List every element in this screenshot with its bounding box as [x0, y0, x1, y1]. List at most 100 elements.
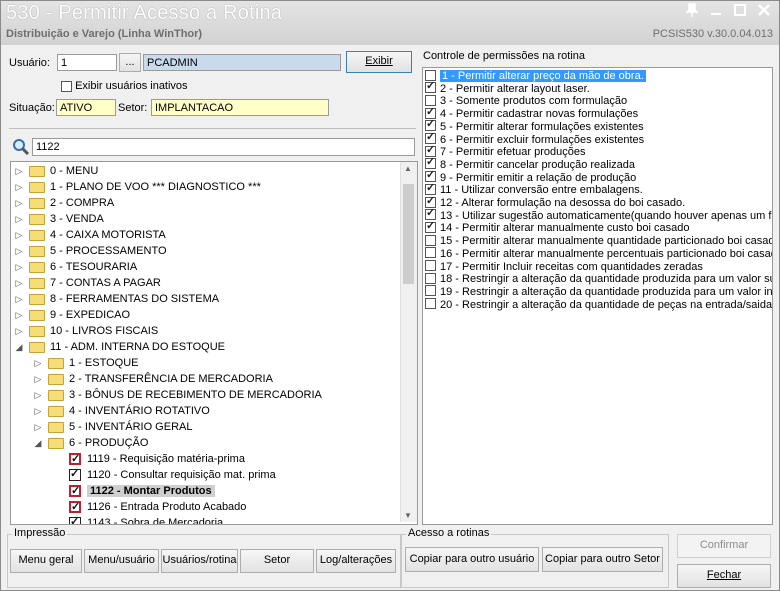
tree-item[interactable]: 1119 - Requisição matéria-prima — [69, 451, 245, 467]
permission-checkbox[interactable] — [425, 156, 436, 170]
tree-item[interactable]: 1122 - Montar Produtos — [69, 483, 215, 499]
permission-checkbox[interactable] — [425, 69, 436, 81]
expand-right-icon[interactable]: ▷ — [13, 179, 25, 195]
permission-item[interactable]: 2 - Permitir alterar layout laser. — [425, 80, 590, 96]
tree-item[interactable]: 1126 - Entrada Produto Acabado — [69, 499, 246, 515]
routine-checkbox[interactable] — [69, 514, 81, 524]
expand-right-icon[interactable]: ▷ — [13, 275, 25, 291]
inativos-checkbox-row[interactable]: Exibir usuários inativos — [61, 80, 188, 92]
permission-item[interactable]: 17 - Permitir Incluir receitas com quant… — [425, 260, 703, 274]
tree-item[interactable]: ▷ 3 - VENDA — [13, 211, 104, 227]
permission-item[interactable]: 13 - Utilizar sugestão automaticamente(q… — [425, 207, 772, 223]
tree-scrollbar[interactable]: ▲ ▼ — [400, 162, 417, 522]
permission-item[interactable]: 3 - Somente produtos com formulação — [425, 94, 627, 108]
expand-right-icon[interactable]: ▷ — [13, 195, 25, 211]
search-input[interactable]: 1122 — [32, 138, 415, 156]
permission-checkbox[interactable] — [425, 169, 436, 183]
routine-checkbox[interactable] — [69, 466, 81, 482]
routine-checkbox[interactable] — [69, 451, 81, 467]
permission-item[interactable]: 7 - Permitir efetuar produções — [425, 144, 586, 159]
usuario-code-input[interactable]: 1 — [57, 54, 117, 71]
tree-item[interactable]: ▷ 2 - TRANSFERÊNCIA DE MERCADORIA — [32, 371, 273, 387]
menu-usuario-button[interactable]: Menu/usuário — [84, 549, 159, 573]
permission-item[interactable]: 14 - Permitir alterar manualmente custo … — [425, 220, 689, 235]
routine-checkbox[interactable] — [69, 499, 81, 515]
tree-item[interactable]: ▷ 7 - CONTAS A PAGAR — [13, 275, 161, 291]
tree-item[interactable]: ▷ 1 - ESTOQUE — [32, 355, 139, 371]
expand-right-icon[interactable]: ▷ — [13, 211, 25, 227]
expand-right-icon[interactable]: ▷ — [13, 323, 25, 339]
permission-item[interactable]: 11 - Utilizar conversão entre embalagens… — [425, 182, 643, 197]
close-icon[interactable] — [753, 3, 775, 21]
expand-right-icon[interactable]: ▷ — [32, 355, 44, 371]
permission-checkbox[interactable] — [425, 220, 436, 233]
tree-item[interactable]: ▷ 1 - PLANO DE VOO *** DIAGNOSTICO *** — [13, 179, 261, 195]
expand-right-icon[interactable]: ▷ — [32, 371, 44, 387]
log-alteracoes-button[interactable]: Log/alterações — [316, 549, 396, 573]
expand-right-icon[interactable]: ▷ — [32, 387, 44, 403]
permission-checkbox[interactable] — [425, 285, 436, 297]
permission-item[interactable]: 20 - Restringir a alteração da quantidad… — [425, 298, 772, 312]
menu-geral-button[interactable]: Menu geral — [10, 549, 82, 573]
tree-item[interactable]: ◢ 11 - ADM. INTERNA DO ESTOQUE — [13, 339, 226, 355]
permission-item[interactable]: 15 - Permitir alterar manualmente quanti… — [425, 234, 772, 248]
minimize-icon[interactable] — [705, 3, 727, 21]
permission-item[interactable]: 9 - Permitir emitir a relação de produçã… — [425, 169, 636, 185]
permission-item[interactable]: 1 - Permitir alterar preço da mão de obr… — [425, 69, 646, 83]
permission-item[interactable]: 4 - Permitir cadastrar novas formulações — [425, 106, 638, 121]
expand-right-icon[interactable]: ▷ — [13, 259, 25, 275]
permission-item[interactable]: 5 - Permitir alterar formulações existen… — [425, 118, 644, 134]
tree-item[interactable]: ▷ 6 - TESOURARIA — [13, 259, 138, 275]
tree-item[interactable]: ◢ 6 - PRODUÇÃO — [32, 435, 149, 451]
expand-right-icon[interactable]: ▷ — [13, 163, 25, 179]
tree-item[interactable]: ▷ 5 - PROCESSAMENTO — [13, 243, 167, 259]
scroll-down-icon[interactable]: ▼ — [404, 511, 412, 520]
expand-right-icon[interactable]: ▷ — [13, 307, 25, 323]
permission-checkbox[interactable] — [425, 106, 436, 119]
tree-item[interactable]: ▷ 0 - MENU — [13, 163, 99, 179]
tree-scroll-thumb[interactable] — [403, 184, 414, 284]
copiar-usuario-button[interactable]: Copiar para outro usuário — [405, 547, 539, 572]
expand-right-icon[interactable]: ▷ — [13, 291, 25, 307]
tree-item[interactable]: ▷ 2 - COMPRA — [13, 195, 115, 211]
expand-right-icon[interactable]: ▷ — [32, 419, 44, 435]
scroll-up-icon[interactable]: ▲ — [404, 164, 412, 173]
permissions-list[interactable]: 1 - Permitir alterar preço da mão de obr… — [422, 67, 773, 525]
tree-item[interactable]: 1120 - Consultar requisição mat. prima — [69, 466, 276, 483]
tree-item[interactable]: ▷ 10 - LIVROS FISCAIS — [13, 323, 159, 339]
permission-checkbox[interactable] — [425, 131, 436, 145]
permission-checkbox[interactable] — [425, 207, 436, 221]
tree-item[interactable]: ▷ 8 - FERRAMENTAS DO SISTEMA — [13, 291, 220, 307]
permission-checkbox[interactable] — [425, 247, 436, 259]
confirmar-button[interactable]: Confirmar — [677, 534, 771, 558]
routine-checkbox[interactable] — [69, 483, 81, 499]
tree-item[interactable]: ▷ 5 - INVENTÁRIO GERAL — [32, 419, 193, 435]
permission-item[interactable]: 8 - Permitir cancelar produção realizada — [425, 156, 635, 172]
permission-item[interactable]: 18 - Restringir a alteração da quantidad… — [425, 272, 772, 286]
usuarios-rotina-button[interactable]: Usuários/rotina — [161, 549, 238, 573]
fechar-button[interactable]: Fechar — [677, 564, 771, 588]
user-lookup-button[interactable]: ... — [119, 53, 141, 72]
exibir-button[interactable]: Exibir — [346, 51, 412, 73]
permission-checkbox[interactable] — [425, 260, 436, 272]
permission-item[interactable]: 16 - Permitir alterar manualmente percen… — [425, 247, 772, 261]
permission-item[interactable]: 12 - Alterar formulação na desossa do bo… — [425, 195, 685, 210]
pin-icon[interactable] — [681, 3, 703, 21]
permission-checkbox[interactable] — [425, 272, 436, 284]
permission-checkbox[interactable] — [425, 80, 436, 94]
maximize-icon[interactable] — [729, 3, 751, 21]
tree-item[interactable]: ▷ 4 - INVENTÁRIO ROTATIVO — [32, 403, 210, 419]
tree-item[interactable]: ▷ 4 - CAIXA MOTORISTA — [13, 227, 166, 243]
setor-button[interactable]: Setor — [240, 549, 314, 573]
permission-item[interactable]: 19 - Restringir a alteração da quantidad… — [425, 285, 772, 299]
tree-item[interactable]: ▷ 3 - BÔNUS DE RECEBIMENTO DE MERCADORIA — [32, 387, 322, 403]
tree-item[interactable]: 1143 - Sobra de Mercadoria — [69, 514, 223, 524]
expand-right-icon[interactable]: ▷ — [13, 243, 25, 259]
permission-checkbox[interactable] — [425, 234, 436, 246]
expand-down-icon[interactable]: ◢ — [13, 339, 25, 355]
permission-item[interactable]: 6 - Permitir excluir formulações existen… — [425, 131, 644, 147]
expand-down-icon[interactable]: ◢ — [32, 435, 44, 451]
permission-checkbox[interactable] — [425, 298, 436, 310]
inativos-checkbox[interactable] — [61, 80, 72, 92]
expand-right-icon[interactable]: ▷ — [13, 227, 25, 243]
